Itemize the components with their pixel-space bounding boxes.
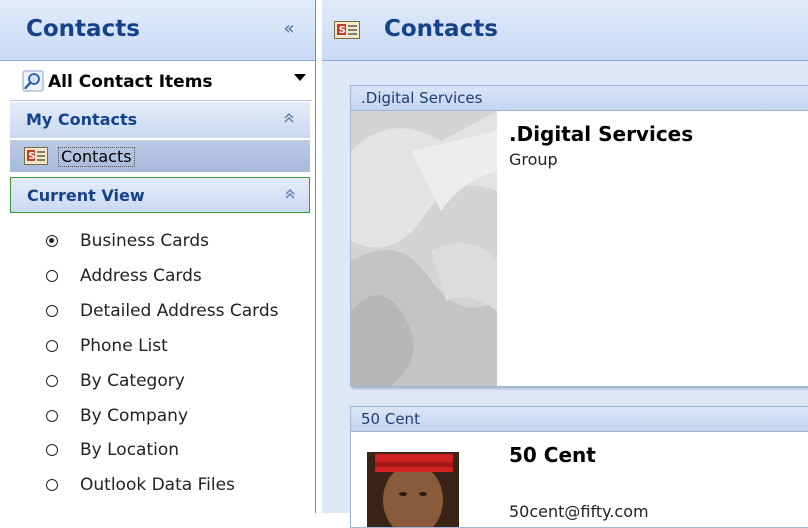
card-header-label: 50 Cent bbox=[361, 410, 420, 428]
svg-text:S: S bbox=[339, 25, 346, 36]
contact-name: .Digital Services bbox=[509, 122, 694, 146]
radio-icon[interactable] bbox=[46, 410, 58, 422]
view-option-detailed-address-cards[interactable]: Detailed Address Cards bbox=[10, 297, 310, 327]
business-cards-view: .Digital Services .Digital Services Grou… bbox=[322, 61, 808, 528]
contacts-folder-label: Contacts bbox=[58, 147, 135, 167]
view-option-phone-list[interactable]: Phone List bbox=[10, 332, 310, 362]
view-option-label: By Location bbox=[80, 440, 180, 460]
collapse-navigation-pane-icon[interactable]: « bbox=[278, 18, 300, 40]
collapse-section-icon[interactable] bbox=[280, 111, 298, 129]
view-option-business-cards[interactable]: Business Cards bbox=[10, 227, 310, 257]
view-option-label: Detailed Address Cards bbox=[80, 301, 279, 321]
view-option-label: Outlook Data Files bbox=[80, 475, 235, 495]
contact-name: 50 Cent bbox=[509, 443, 596, 467]
current-view-title: Current View bbox=[27, 186, 145, 205]
radio-icon[interactable] bbox=[46, 375, 58, 387]
radio-icon[interactable] bbox=[46, 270, 58, 282]
dropdown-arrow-icon[interactable] bbox=[294, 74, 306, 81]
radio-icon[interactable] bbox=[46, 479, 58, 491]
nav-header: Contacts « bbox=[0, 0, 315, 61]
radio-icon[interactable] bbox=[46, 340, 58, 352]
view-option-label: By Company bbox=[80, 406, 189, 426]
main-title: Contacts bbox=[384, 16, 498, 42]
nav-title: Contacts bbox=[26, 16, 140, 42]
business-card[interactable]: .Digital Services .Digital Services Grou… bbox=[350, 85, 808, 387]
card-header[interactable]: 50 Cent bbox=[351, 407, 808, 432]
sidebar-item-contacts[interactable]: S Contacts bbox=[10, 140, 310, 172]
view-option-outlook-data-files[interactable]: Outlook Data Files bbox=[10, 471, 310, 501]
radio-selected-icon[interactable] bbox=[46, 235, 58, 247]
folder-view-label: All Contact Items bbox=[48, 72, 213, 92]
svg-text:S: S bbox=[28, 151, 35, 162]
card-header-label: .Digital Services bbox=[361, 89, 483, 107]
view-option-label: By Category bbox=[80, 371, 185, 391]
contact-email: 50cent@fifty.com bbox=[509, 502, 649, 521]
view-option-label: Address Cards bbox=[80, 266, 202, 286]
view-option-by-category[interactable]: By Category bbox=[10, 367, 310, 397]
main-header: S Contacts bbox=[322, 0, 808, 61]
radio-icon[interactable] bbox=[46, 305, 58, 317]
contact-card-icon: S bbox=[334, 21, 360, 43]
view-option-by-location[interactable]: By Location bbox=[10, 436, 310, 466]
contact-subtitle: Group bbox=[509, 150, 558, 169]
view-option-by-company[interactable]: By Company bbox=[10, 402, 310, 432]
view-option-address-cards[interactable]: Address Cards bbox=[10, 262, 310, 292]
view-option-label: Business Cards bbox=[80, 231, 209, 251]
card-header[interactable]: .Digital Services bbox=[351, 86, 808, 111]
navigation-pane: Contacts « All Contact Items My Contacts… bbox=[0, 0, 316, 513]
collapse-section-icon[interactable] bbox=[281, 187, 299, 205]
contact-card-icon: S bbox=[24, 147, 48, 169]
business-card[interactable]: 50 Cent 50 Cent 50cent@fifty.com bbox=[350, 406, 808, 528]
view-option-label: Phone List bbox=[80, 336, 168, 356]
search-icon bbox=[22, 70, 44, 96]
folder-view-dropdown[interactable]: All Contact Items bbox=[10, 62, 312, 101]
group-placeholder-image bbox=[351, 111, 497, 386]
radio-icon[interactable] bbox=[46, 444, 58, 456]
my-contacts-title: My Contacts bbox=[26, 110, 138, 129]
my-contacts-section-header[interactable]: My Contacts bbox=[10, 102, 310, 138]
current-view-section-header[interactable]: Current View bbox=[10, 177, 310, 213]
